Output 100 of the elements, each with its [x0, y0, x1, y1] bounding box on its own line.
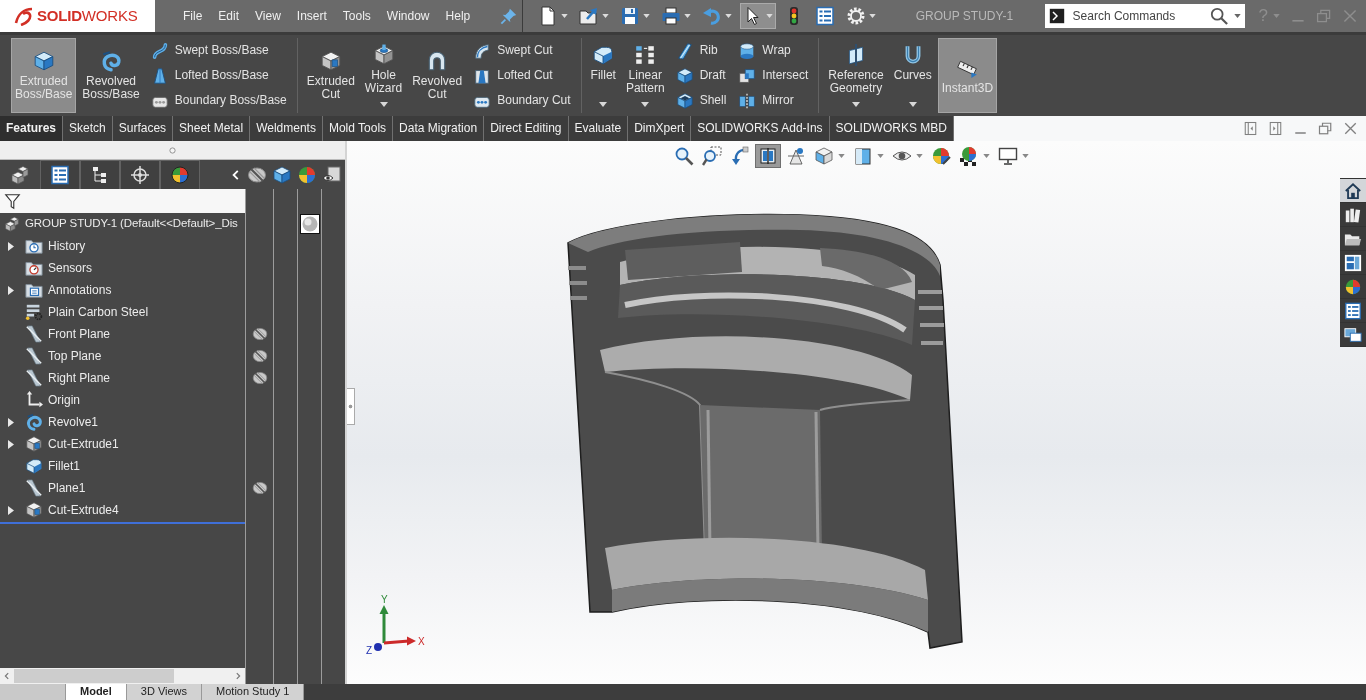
- cube-icon[interactable]: [675, 66, 694, 85]
- tree-item[interactable]: Fillet1: [48, 458, 80, 474]
- ribbon-button[interactable]: Hole Wizard: [360, 38, 407, 113]
- menu-item[interactable]: View: [247, 8, 289, 24]
- close-icon[interactable]: [1343, 121, 1358, 136]
- sheet-tab[interactable]: Motion Study 1: [202, 684, 305, 700]
- caret-icon[interactable]: [684, 14, 692, 18]
- folder-arrow-icon[interactable]: [579, 6, 600, 26]
- caret-icon[interactable]: [602, 14, 610, 18]
- search-icon[interactable]: [1209, 7, 1228, 25]
- caret-icon[interactable]: [561, 14, 569, 18]
- tree-item[interactable]: Top Plane: [48, 348, 102, 364]
- caret-icon[interactable]: [1233, 14, 1241, 18]
- menu-item[interactable]: Tools: [334, 8, 379, 24]
- ribbon-button[interactable]: Swept Cut: [470, 39, 574, 62]
- overlapping-cubes-icon[interactable]: [738, 66, 757, 85]
- ribbon-button[interactable]: Revolved Cut: [408, 38, 467, 113]
- expand-arrow-icon[interactable]: [8, 505, 14, 515]
- striped-oval-icon[interactable]: [250, 348, 269, 364]
- ribbon-button[interactable]: Shell: [672, 89, 730, 112]
- cube-icon[interactable]: [32, 50, 55, 72]
- toolbar-button[interactable]: [740, 3, 777, 29]
- s-curve-icon[interactable]: [150, 41, 169, 60]
- tree-item[interactable]: Cut-Extrude1: [48, 436, 119, 452]
- cube-icon[interactable]: [272, 164, 292, 185]
- gear-icon[interactable]: [846, 6, 867, 26]
- cube-cylinder-icon[interactable]: [372, 44, 395, 66]
- cut-cube-icon[interactable]: [319, 50, 342, 72]
- color-sphere-icon[interactable]: [297, 164, 317, 185]
- ribbon-button[interactable]: Curves: [889, 38, 936, 113]
- striped-oval-icon[interactable]: [250, 370, 269, 386]
- ribbon-button[interactable]: Extruded Cut: [302, 38, 359, 113]
- panel-tab[interactable]: [160, 160, 200, 189]
- ribbon-button[interactable]: Draft: [672, 64, 730, 87]
- caret-icon[interactable]: [869, 14, 877, 18]
- stacked-blocks-icon[interactable]: [10, 165, 30, 185]
- caret-icon[interactable]: [877, 154, 884, 158]
- list-icon[interactable]: [50, 165, 70, 185]
- caret-icon[interactable]: [379, 102, 388, 107]
- search-field[interactable]: Search Commands: [1070, 7, 1204, 25]
- filter-field[interactable]: [0, 189, 245, 213]
- ribbon-button[interactable]: Revolved Boss/Base: [78, 38, 144, 113]
- sheet-tab[interactable]: 3D Views: [126, 684, 203, 700]
- dot-grid-icon[interactable]: [634, 44, 657, 66]
- sphere-checker-icon[interactable]: [959, 146, 979, 166]
- shaded-cube-icon[interactable]: [853, 146, 873, 166]
- cylinder-icon[interactable]: [738, 41, 757, 60]
- ribbon-button[interactable]: Fillet: [586, 38, 620, 113]
- caret-icon[interactable]: [852, 102, 861, 107]
- tree-item[interactable]: Origin: [48, 392, 80, 408]
- striped-oval-icon[interactable]: [250, 480, 269, 496]
- ribbon-button[interactable]: Mirror: [735, 89, 812, 112]
- sphere-icon[interactable]: [299, 214, 320, 234]
- menu-item[interactable]: Help: [437, 8, 479, 24]
- ribbon-button[interactable]: Boundary Cut: [470, 89, 574, 112]
- expand-arrow-icon[interactable]: [8, 285, 14, 295]
- caret-icon[interactable]: [725, 14, 733, 18]
- tree-item[interactable]: Plain Carbon Steel: [48, 304, 149, 320]
- tree-item[interactable]: Cut-Extrude4: [48, 502, 119, 518]
- terminal-icon[interactable]: [1048, 8, 1065, 24]
- sheet-tab[interactable]: Model: [66, 684, 127, 700]
- tree-item[interactable]: Front Plane: [48, 326, 111, 342]
- search-bar[interactable]: Search Commands: [1044, 4, 1245, 28]
- monitor-icon[interactable]: [998, 146, 1018, 166]
- menu-item[interactable]: Insert: [288, 8, 335, 24]
- tree-item[interactable]: Sensors: [48, 260, 93, 276]
- caret-icon[interactable]: [838, 154, 845, 158]
- striped-oval-icon[interactable]: [247, 164, 267, 185]
- command-tab[interactable]: Features: [0, 116, 64, 141]
- left-panel-icon[interactable]: [1243, 121, 1258, 136]
- eye-page-icon[interactable]: [322, 164, 342, 185]
- right-panel-icon[interactable]: [1268, 121, 1283, 136]
- ribbon-button[interactable]: Linear Pattern: [621, 38, 669, 113]
- horizontal-scrollbar[interactable]: [0, 668, 245, 684]
- curved-block-icon[interactable]: [473, 41, 492, 60]
- restore-icon[interactable]: [1318, 121, 1333, 136]
- collapse-handle[interactable]: [347, 388, 355, 425]
- tree-item[interactable]: Revolve1: [48, 414, 99, 430]
- caret-icon[interactable]: [983, 154, 990, 158]
- funnel-icon[interactable]: [4, 191, 21, 211]
- scrollbar-thumb[interactable]: [14, 669, 174, 683]
- crosshair-icon[interactable]: [130, 165, 150, 185]
- ribbon-button[interactable]: Lofted Boss/Base: [147, 64, 290, 87]
- menu-item[interactable]: Edit: [210, 8, 248, 24]
- panel-tab[interactable]: [120, 160, 160, 189]
- tree-item[interactable]: GROUP STUDY-1 (Default<<Default>_Dis: [25, 217, 238, 231]
- panel-tab[interactable]: [40, 160, 80, 189]
- caret-icon[interactable]: [908, 102, 917, 107]
- tree-item[interactable]: Annotations: [48, 282, 112, 298]
- expand-arrow-icon[interactable]: [8, 439, 14, 449]
- menu-item[interactable]: File: [175, 8, 211, 24]
- ribbon-button[interactable]: Boundary Boss/Base: [147, 89, 290, 112]
- rounded-cube-icon[interactable]: [592, 44, 615, 66]
- tree-item[interactable]: Right Plane: [48, 370, 111, 386]
- splitter-handle-icon[interactable]: [169, 146, 176, 154]
- menu-item[interactable]: Window: [378, 8, 438, 24]
- swirl-icon[interactable]: [100, 50, 123, 72]
- tree-item[interactable]: History: [48, 238, 86, 254]
- ribbon-button[interactable]: Lofted Cut: [470, 64, 574, 87]
- striped-oval-icon[interactable]: [250, 326, 269, 342]
